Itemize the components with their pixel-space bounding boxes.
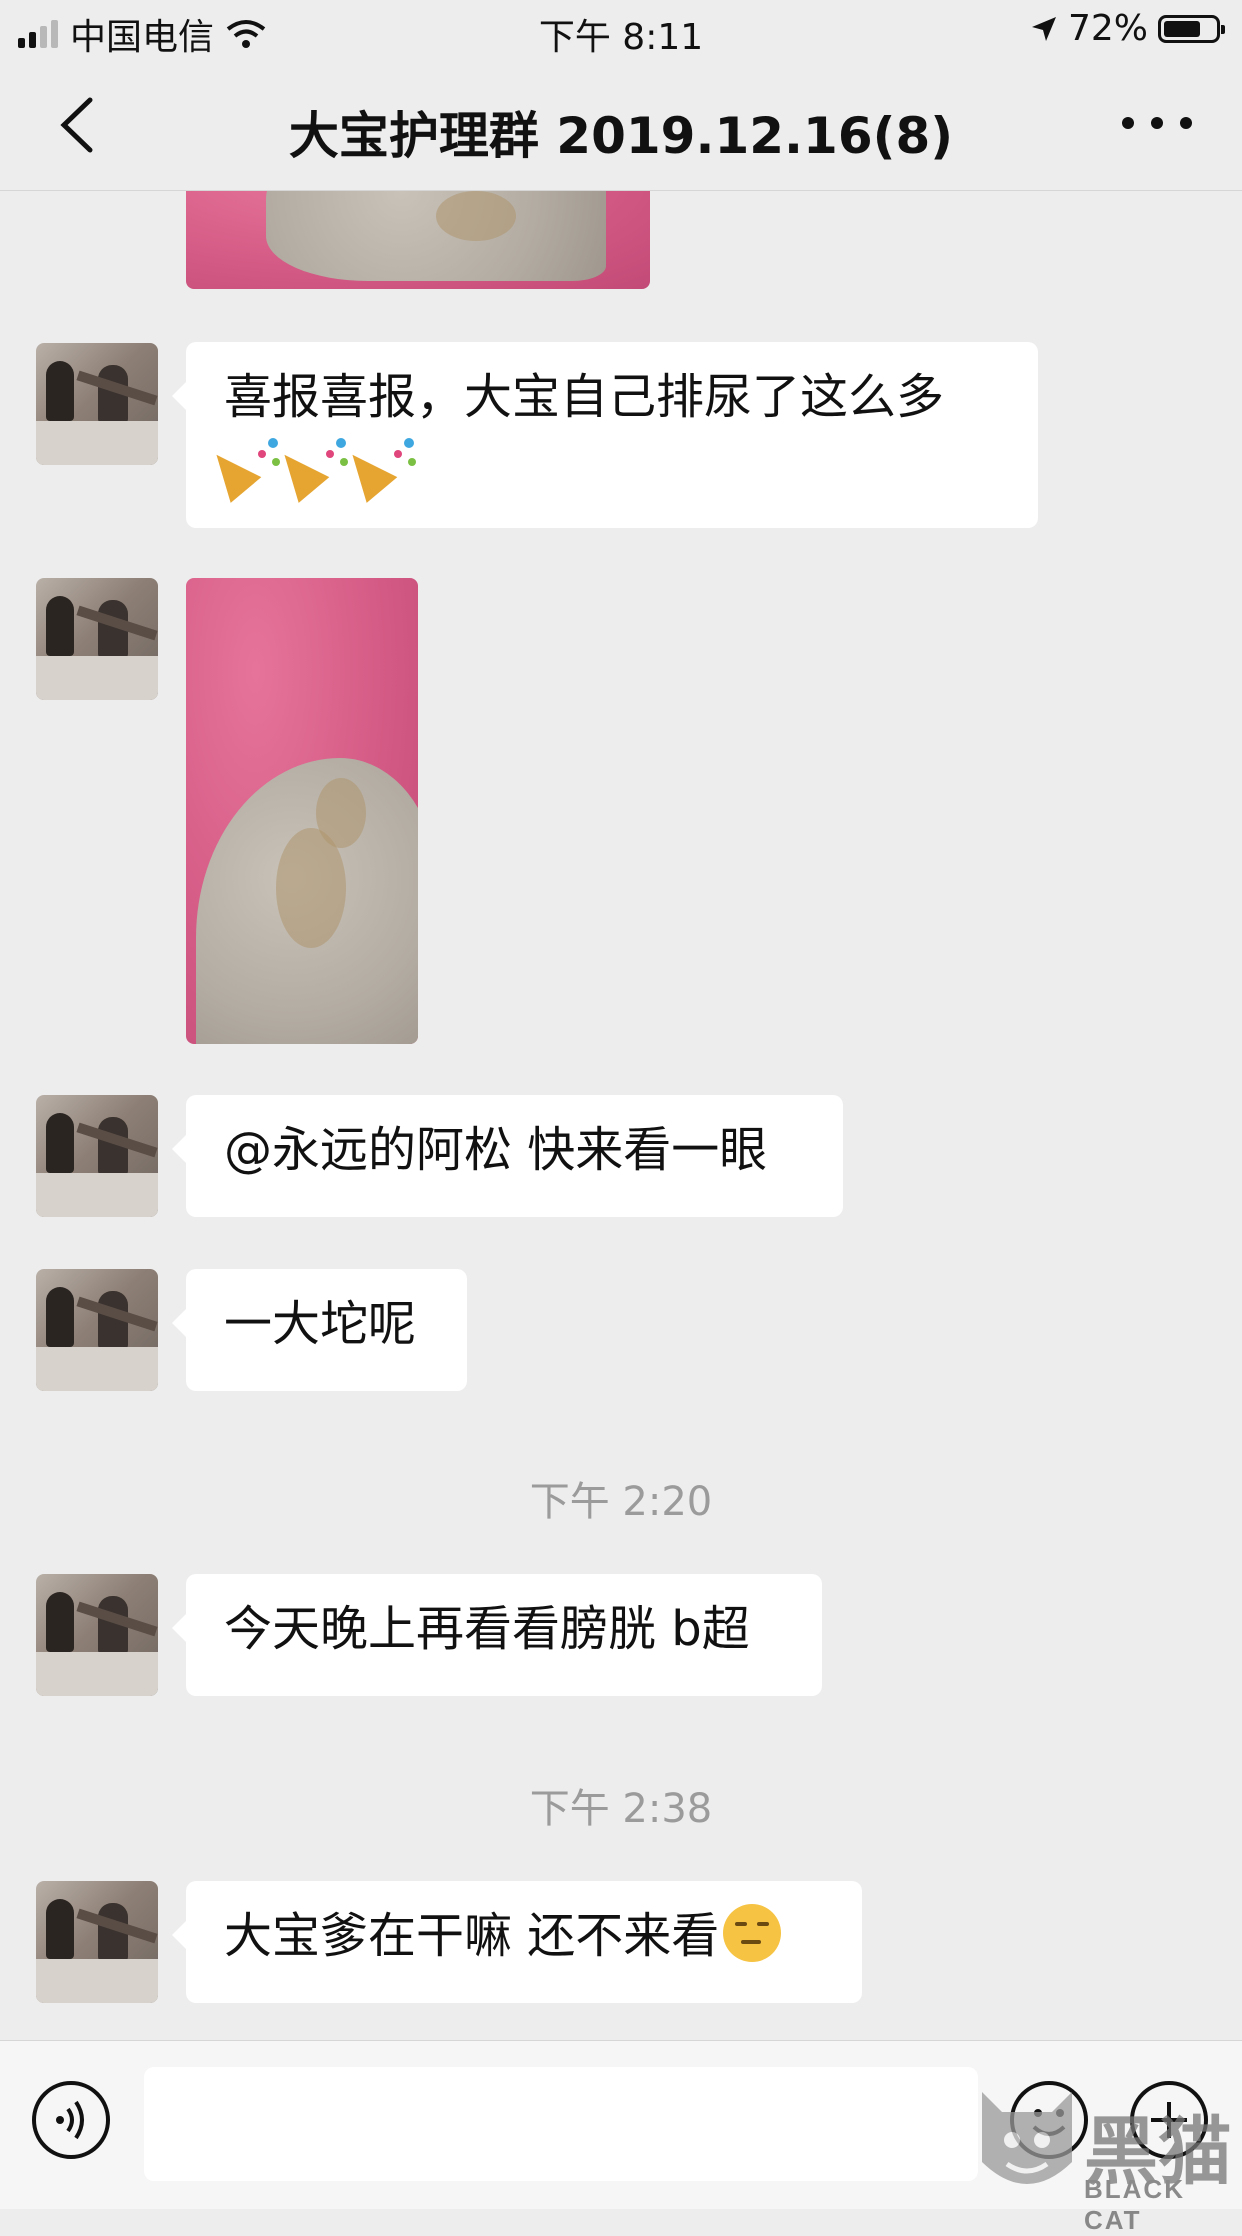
status-bar: 中国电信 下午 8:11 72%	[0, 0, 1242, 60]
battery-fill	[1164, 20, 1200, 37]
image-message[interactable]	[186, 191, 650, 289]
message-text: 喜报喜报，大宝自己排尿了这么多	[224, 369, 945, 425]
chat-title: 大宝护理群 2019.12.16(8)	[288, 107, 954, 165]
chat-header: 大宝护理群 2019.12.16(8)	[0, 60, 1242, 191]
party-popper-icon	[337, 434, 418, 503]
unamused-face-icon	[723, 1904, 782, 1962]
image-message[interactable]	[186, 578, 418, 1044]
message-bubble[interactable]: 大宝爹在干嘛 还不来看	[172, 1881, 862, 2003]
battery-icon	[1158, 14, 1225, 43]
message-bubble[interactable]: 今天晚上再看看膀胱 b超	[172, 1574, 822, 1696]
avatar[interactable]	[36, 1574, 158, 1696]
status-right: 72%	[1030, 8, 1225, 49]
avatar[interactable]	[36, 343, 158, 465]
avatar[interactable]	[36, 578, 158, 700]
avatar[interactable]	[36, 1095, 158, 1217]
message-text: @永远的阿松 快来看一眼	[224, 1122, 768, 1178]
message-input[interactable]	[144, 2067, 978, 2181]
watermark-logo: 黑猫 BLACK CAT	[972, 2082, 1242, 2235]
battery-percent: 72%	[1067, 8, 1148, 49]
message-text: 今天晚上再看看膀胱 b超	[224, 1601, 750, 1657]
watermark-label: BLACK CAT	[1084, 2174, 1185, 2235]
location-arrow-icon	[1031, 16, 1056, 41]
message-bubble[interactable]: @永远的阿松 快来看一眼	[172, 1095, 843, 1217]
timestamp: 下午 2:38	[529, 1786, 713, 1832]
message-bubble[interactable]: 一大坨呢	[172, 1269, 467, 1391]
timestamp: 下午 2:20	[529, 1479, 713, 1525]
message-bubble[interactable]: 喜报喜报，大宝自己排尿了这么多	[172, 342, 1038, 528]
message-text: 一大坨呢	[224, 1296, 417, 1352]
avatar[interactable]	[36, 1881, 158, 2003]
emoji-row	[201, 434, 1000, 503]
cat-logo-icon	[982, 2092, 1072, 2184]
message-list[interactable]: 喜报喜报，大宝自己排尿了这么多 @永远的阿松 快来看一眼 一大坨呢 下午 2:2…	[0, 191, 1242, 2039]
avatar[interactable]	[36, 1269, 158, 1391]
voice-button[interactable]	[32, 2081, 110, 2159]
message-text: 大宝爹在干嘛 还不来看	[224, 1908, 720, 1964]
more-button[interactable]	[1122, 98, 1192, 148]
more-dots-icon	[1122, 117, 1134, 129]
voice-icon	[56, 2100, 84, 2140]
